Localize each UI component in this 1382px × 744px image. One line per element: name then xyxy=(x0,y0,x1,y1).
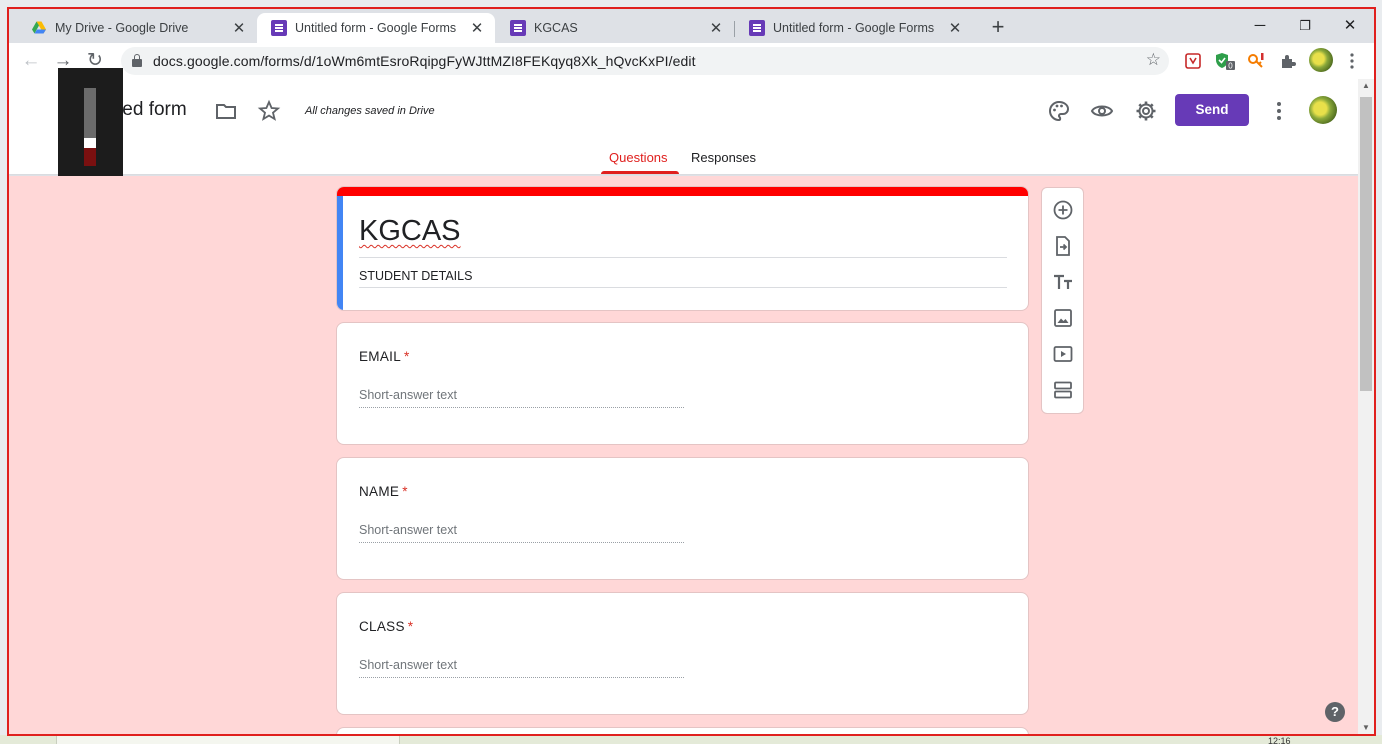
browser-tab-my-drive[interactable]: My Drive - Google Drive ✕ xyxy=(17,13,257,43)
import-questions-icon[interactable] xyxy=(1051,234,1075,258)
close-icon[interactable]: ✕ xyxy=(469,19,485,37)
tab-title: Untitled form - Google Forms xyxy=(295,21,457,35)
more-vert-icon[interactable] xyxy=(1345,52,1359,70)
folder-icon[interactable] xyxy=(214,99,238,123)
preview-eye-icon[interactable] xyxy=(1090,99,1114,123)
question-toolbar xyxy=(1041,187,1084,414)
close-icon[interactable]: ✕ xyxy=(708,19,724,37)
palette-icon[interactable] xyxy=(1047,99,1071,123)
add-image-icon[interactable] xyxy=(1051,306,1075,330)
page-scrollbar[interactable]: ▲ ▼ xyxy=(1358,79,1374,734)
google-drive-icon xyxy=(32,21,46,34)
pdf-extension-icon[interactable] xyxy=(1184,52,1202,70)
add-question-icon[interactable] xyxy=(1051,198,1075,222)
form-heading[interactable]: KGCAS xyxy=(359,215,461,248)
browser-tab-kgcas[interactable]: KGCAS ✕ xyxy=(496,13,734,43)
saved-status: All changes saved in Drive xyxy=(305,105,435,117)
new-tab-button[interactable]: + xyxy=(985,15,1011,41)
question-card-email[interactable]: EMAIL * Short-answer text xyxy=(336,322,1029,445)
required-asterisk: * xyxy=(407,619,414,634)
short-answer-placeholder: Short-answer text xyxy=(359,523,457,537)
question-title: NAME * xyxy=(359,484,408,499)
extension-badge: 0 xyxy=(1228,62,1233,71)
answer-underline xyxy=(359,407,684,408)
tab-responses[interactable]: Responses xyxy=(691,150,756,165)
form-description[interactable]: STUDENT DETAILS xyxy=(359,269,472,283)
forms-header: Untitled form All changes saved in Drive… xyxy=(9,79,1358,175)
browser-window: My Drive - Google Drive ✕ Untitled form … xyxy=(7,7,1376,736)
send-button[interactable]: Send xyxy=(1175,94,1249,126)
address-bar[interactable]: docs.google.com/forms/d/1oWm6mtEsroRqipg… xyxy=(121,47,1169,75)
level-meter-marker xyxy=(84,138,96,148)
scrollbar-thumb[interactable] xyxy=(1360,97,1372,391)
tab-title: Untitled form - Google Forms xyxy=(773,21,935,35)
star-icon[interactable] xyxy=(257,99,281,123)
account-avatar[interactable] xyxy=(1309,96,1337,124)
tab-questions[interactable]: Questions xyxy=(609,150,668,165)
google-forms-icon xyxy=(749,20,765,36)
bookmark-star-icon[interactable]: ☆ xyxy=(1146,50,1161,70)
short-answer-placeholder: Short-answer text xyxy=(359,388,457,402)
back-arrow-icon[interactable]: ← xyxy=(19,49,43,73)
url-text: docs.google.com/forms/d/1oWm6mtEsroRqipg… xyxy=(153,53,696,69)
tab-title: KGCAS xyxy=(534,21,578,35)
answer-underline xyxy=(359,542,684,543)
form-editor-canvas: KGCAS STUDENT DETAILS EMAIL * Short-answe… xyxy=(9,176,1358,734)
close-icon[interactable]: ✕ xyxy=(231,19,247,37)
puzzle-extensions-icon[interactable] xyxy=(1279,52,1297,70)
browser-tab-untitled-form-2[interactable]: Untitled form - Google Forms ✕ xyxy=(735,13,973,43)
taskbar-clock: 12:16 xyxy=(1268,736,1291,744)
close-window-icon[interactable]: ✕ xyxy=(1335,14,1365,38)
question-title: CLASS * xyxy=(359,619,414,634)
divider xyxy=(359,257,1007,258)
google-forms-icon xyxy=(271,20,287,36)
taskbar-segment xyxy=(56,735,400,744)
level-meter-fill xyxy=(84,148,96,166)
short-answer-placeholder: Short-answer text xyxy=(359,658,457,672)
add-video-icon[interactable] xyxy=(1051,342,1075,366)
more-vert-icon[interactable] xyxy=(1267,99,1291,123)
required-asterisk: * xyxy=(402,484,408,499)
google-forms-icon xyxy=(510,20,526,36)
close-icon[interactable]: ✕ xyxy=(947,19,963,37)
lock-icon xyxy=(132,54,142,67)
required-asterisk: * xyxy=(404,349,410,364)
active-tab-indicator xyxy=(601,171,679,174)
theme-color-bar xyxy=(337,187,1028,196)
divider xyxy=(359,287,1007,288)
answer-underline xyxy=(359,677,684,678)
form-title-card[interactable]: KGCAS STUDENT DETAILS xyxy=(336,186,1029,311)
desktop-strip: 12:16 xyxy=(0,735,1382,744)
key-extension-icon[interactable] xyxy=(1247,52,1265,70)
question-card-next[interactable] xyxy=(336,727,1029,734)
browser-toolbar: ← → ↻ docs.google.com/forms/d/1oWm6mtEsr… xyxy=(9,43,1374,79)
profile-avatar[interactable] xyxy=(1309,48,1333,72)
scroll-up-arrow-icon[interactable]: ▲ xyxy=(1362,81,1370,90)
restore-icon[interactable]: ❐ xyxy=(1290,14,1320,38)
question-title: EMAIL * xyxy=(359,349,410,364)
tab-title: My Drive - Google Drive xyxy=(55,21,189,35)
add-section-icon[interactable] xyxy=(1051,378,1075,402)
scroll-down-arrow-icon[interactable]: ▼ xyxy=(1362,723,1370,732)
settings-gear-icon[interactable] xyxy=(1134,99,1158,123)
tab-strip: My Drive - Google Drive ✕ Untitled form … xyxy=(9,9,1374,43)
selected-card-indicator xyxy=(337,196,343,310)
shield-extension-icon[interactable]: 0 xyxy=(1214,52,1236,70)
browser-tab-untitled-form[interactable]: Untitled form - Google Forms ✕ xyxy=(257,13,495,43)
add-title-text-icon[interactable] xyxy=(1051,270,1075,294)
question-card-name[interactable]: NAME * Short-answer text xyxy=(336,457,1029,580)
question-card-class[interactable]: CLASS * Short-answer text xyxy=(336,592,1029,715)
minimize-icon[interactable]: ─ xyxy=(1245,14,1275,38)
help-icon[interactable]: ? xyxy=(1325,702,1345,722)
